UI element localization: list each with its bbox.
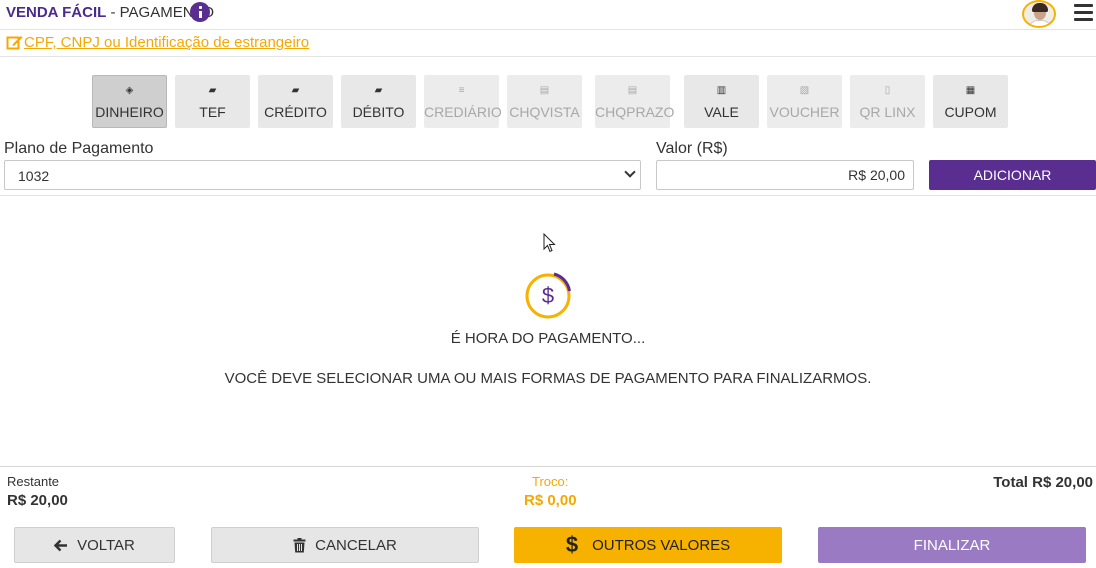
- phone-icon: ▯: [884, 85, 891, 96]
- payment-method-label: CRÉDITO: [264, 104, 327, 120]
- voucher-icon: ▧: [799, 85, 810, 96]
- valor-input[interactable]: [656, 160, 914, 190]
- payment-method-label: CHQPRAZO: [595, 104, 675, 120]
- cancel-button[interactable]: CANCELAR: [211, 527, 479, 563]
- card-icon: ▰: [291, 85, 300, 96]
- back-button-label: VOLTAR: [77, 536, 135, 554]
- plano-label: Plano de Pagamento: [4, 140, 154, 157]
- form-divider: [0, 195, 1096, 196]
- payment-method-label: CREDIÁRIO: [424, 104, 502, 120]
- chevron-down-icon: [624, 166, 636, 178]
- finalize-button[interactable]: FINALIZAR: [818, 527, 1086, 563]
- payment-method-label: VOUCHER: [769, 104, 840, 120]
- trash-icon: [293, 537, 306, 552]
- coupon-icon: ▦: [965, 85, 976, 96]
- check-icon: ▤: [539, 85, 550, 96]
- payment-method-credi-rio[interactable]: ≡ CREDIÁRIO: [424, 75, 502, 128]
- card-icon: ▰: [208, 85, 217, 96]
- other-values-button[interactable]: $ OUTROS VALORES: [514, 527, 782, 563]
- top-bar: VENDA FÁCIL - PAGAMENTO: [0, 0, 1096, 30]
- payment-method-label: CUPOM: [944, 104, 997, 120]
- payment-method-cupom[interactable]: ▦ CUPOM: [933, 75, 1008, 128]
- payment-method-cr-dito[interactable]: ▰ CRÉDITO: [258, 75, 333, 128]
- cancel-button-label: CANCELAR: [315, 536, 397, 554]
- payment-method-label: CHQVISTA: [509, 104, 580, 120]
- mouse-cursor-icon: [543, 233, 556, 253]
- payment-method-qr-linx[interactable]: ▯ QR LINX: [850, 75, 925, 128]
- payment-method-label: TEF: [199, 104, 226, 120]
- payment-method-chqprazo[interactable]: ▤ CHQPRAZO: [595, 75, 675, 128]
- stack-icon: ≡: [458, 85, 465, 96]
- svg-text:$: $: [542, 283, 554, 308]
- info-icon[interactable]: [190, 2, 210, 22]
- page-title: VENDA FÁCIL - PAGAMENTO: [6, 4, 214, 22]
- dollar-icon: $: [565, 532, 579, 557]
- payment-method-label: VALE: [704, 104, 739, 120]
- customer-id-row: CPF, CNPJ ou Identificação de estrangeir…: [0, 30, 1096, 57]
- cash-icon: ◈: [125, 85, 134, 96]
- other-values-button-label: OUTROS VALORES: [592, 536, 731, 554]
- empty-state-title: É HORA DO PAGAMENTO...: [450, 330, 646, 347]
- total-value: Total R$ 20,00: [993, 474, 1093, 491]
- payment-method-label: DINHEIRO: [95, 104, 164, 120]
- arrow-left-icon: [54, 539, 68, 551]
- avatar[interactable]: [1022, 0, 1056, 28]
- dollar-coin-icon: $: [525, 272, 571, 319]
- troco-value: R$ 0,00: [524, 492, 577, 509]
- restante-label: Restante: [7, 474, 60, 489]
- payment-method-voucher[interactable]: ▧ VOUCHER: [767, 75, 842, 128]
- plano-value: 1032: [18, 168, 50, 184]
- troco-label: Troco:: [532, 474, 569, 489]
- payment-method-label: QR LINX: [859, 104, 916, 120]
- payment-method-d-bito[interactable]: ▰ DÉBITO: [341, 75, 416, 128]
- card-icon: ▰: [374, 85, 383, 96]
- customer-id-link[interactable]: CPF, CNPJ ou Identificação de estrangeir…: [24, 34, 309, 52]
- restante-value: R$ 20,00: [7, 492, 68, 509]
- plano-select[interactable]: 1032: [4, 160, 641, 190]
- back-button[interactable]: VOLTAR: [14, 527, 175, 563]
- brand-name: VENDA FÁCIL: [6, 4, 107, 21]
- edit-icon: [6, 36, 23, 50]
- title-separator: -: [106, 4, 120, 21]
- payment-method-dinheiro[interactable]: ◈ DINHEIRO: [92, 75, 167, 128]
- payment-method-label: DÉBITO: [352, 104, 405, 120]
- valor-label: Valor (R$): [656, 140, 728, 157]
- payment-method-vale[interactable]: ▥ VALE: [684, 75, 759, 128]
- payment-method-chqvista[interactable]: ▤ CHQVISTA: [507, 75, 582, 128]
- check-icon: ▤: [627, 85, 638, 96]
- summary-divider: [0, 466, 1096, 467]
- hamburger-menu-icon[interactable]: [1074, 4, 1093, 21]
- empty-state-message: VOCÊ DEVE SELECIONAR UMA OU MAIS FORMAS …: [224, 370, 872, 387]
- receipt-icon: ▥: [716, 85, 727, 96]
- add-button[interactable]: ADICIONAR: [929, 160, 1096, 190]
- payment-method-tef[interactable]: ▰ TEF: [175, 75, 250, 128]
